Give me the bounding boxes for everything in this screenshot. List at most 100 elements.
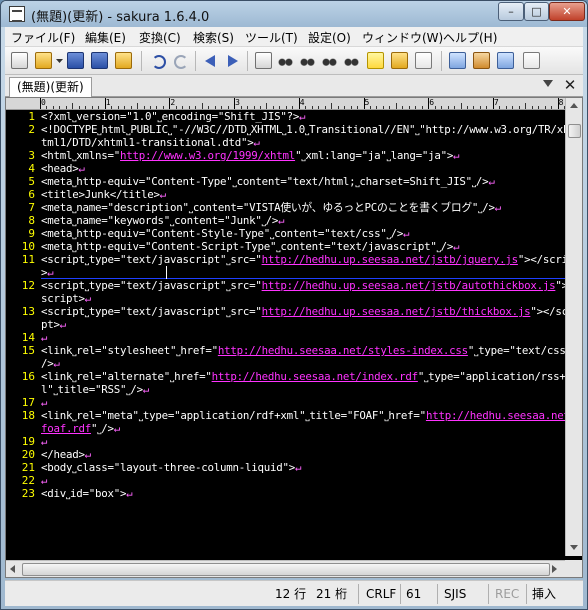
ruler-minor-tick — [395, 103, 397, 109]
status-line: 12 行 — [275, 587, 307, 601]
menu-tools[interactable]: ツール(T) — [245, 29, 298, 46]
line-number: 18 — [21, 409, 35, 422]
eol-mark-icon: ↵ — [278, 214, 285, 227]
menu-window[interactable]: ウィンドウ(W) — [362, 29, 443, 46]
column-ruler[interactable]: 0 1 2 3 4 5 6 7 8 — [39, 98, 565, 110]
code-text: "></script — [517, 253, 565, 266]
menu-search[interactable]: 検索(S) — [193, 29, 234, 46]
vertical-scrollbar[interactable] — [565, 98, 582, 556]
horizontal-scroll-thumb[interactable] — [22, 563, 550, 576]
jump-forward-icon[interactable] — [223, 52, 240, 69]
redo-icon[interactable] — [171, 52, 188, 69]
search-mark-icon[interactable] — [367, 52, 384, 69]
status-insert-mode[interactable]: 挿入 — [532, 585, 556, 603]
compare-icon[interactable] — [473, 52, 490, 69]
eol-mark-icon: ↵ — [41, 331, 48, 344]
save-all-icon[interactable] — [91, 52, 108, 69]
cursor-line-underline — [41, 278, 565, 279]
title-bar[interactable]: (無題)(更新) - sakura 1.6.4.0 – □ ✕ — [1, 1, 587, 27]
code-text: <script˽type="text/javascript"˽src=" — [41, 253, 262, 266]
tab-list-dropdown-icon[interactable] — [543, 80, 553, 87]
code-text: script> — [41, 292, 85, 305]
external-command-icon[interactable] — [497, 52, 514, 69]
close-button[interactable]: ✕ — [549, 2, 585, 21]
menu-edit[interactable]: 編集(E) — [85, 29, 126, 46]
replace-icon[interactable] — [343, 52, 360, 69]
code-line: foaf.rdf"˽/>↵ — [41, 422, 120, 435]
code-line: <meta˽http-equiv="Content-Script-Type"˽c… — [41, 240, 460, 253]
maximize-button[interactable]: □ — [524, 2, 549, 21]
line-number-gutter[interactable]: 1 2 3 4 5 6 7 8 9 10 11 12 13 14 15 16 17 18 19 20 21 22 23 — [6, 110, 39, 556]
ruler-minor-tick — [460, 103, 462, 109]
code-url-link[interactable]: http://hedhu.seesaa.net/ — [426, 409, 565, 422]
code-url-link[interactable]: http://www.w3.org/1999/xhtml — [120, 149, 295, 162]
status-eol[interactable]: CRLF — [366, 585, 396, 603]
find-next-icon[interactable] — [299, 52, 316, 69]
code-line: <meta˽name="keywords"˽content="Junk"˽/>↵ — [41, 214, 285, 227]
line-number: 19 — [21, 435, 35, 448]
menu-settings[interactable]: 設定(O) — [308, 29, 351, 46]
open-folder-icon[interactable] — [35, 52, 52, 69]
ruler-tick-label: 2 — [169, 98, 176, 109]
eol-mark-icon: ↵ — [453, 240, 460, 253]
status-encoding[interactable]: SJIS — [444, 585, 466, 603]
tag-jump-icon[interactable] — [415, 52, 432, 69]
dropdown-arrow-icon[interactable] — [55, 52, 64, 69]
code-line: <meta˽name="description"˽content="VISTA使… — [41, 201, 501, 214]
ruler-minor-tick — [331, 103, 333, 109]
jump-back-icon[interactable] — [203, 52, 220, 69]
text-caret — [166, 266, 167, 279]
minimize-button[interactable]: – — [498, 2, 524, 21]
text-area[interactable]: <div˽id="box">↵ ↵ <body˽class="layout-thre… — [41, 110, 565, 556]
sakura-app-icon[interactable] — [9, 6, 25, 22]
horizontal-scrollbar[interactable] — [6, 560, 565, 577]
code-text: <title>Junk</title> — [41, 188, 160, 201]
code-text: <body˽class="layout-three-column-liquid"… — [41, 461, 296, 474]
scroll-up-arrow-icon[interactable] — [568, 100, 581, 112]
vertical-scroll-thumb[interactable] — [568, 124, 581, 138]
code-text: <meta˽name="keywords"˽content="Junk"˽/> — [41, 214, 279, 227]
code-url-link[interactable]: foaf.rdf — [41, 422, 91, 435]
ruler-tick-label: 5 — [363, 98, 370, 109]
scroll-down-arrow-icon[interactable] — [568, 542, 581, 554]
menu-convert[interactable]: 変換(C) — [139, 29, 181, 46]
line-number: 17 — [21, 396, 35, 409]
status-divider — [526, 584, 527, 604]
ruler-tick-label: 6 — [428, 98, 435, 109]
eol-mark-icon: ↵ — [84, 448, 92, 461]
open-file-icon[interactable] — [115, 52, 132, 69]
code-text: <div˽id="box"> — [41, 487, 127, 500]
tab-close-button[interactable]: ✕ — [562, 76, 578, 94]
line-number: 10 — [21, 240, 35, 253]
code-line: <link˽rel="meta"˽type="application/rdf+x… — [41, 409, 565, 422]
code-url-link[interactable]: http://hedhu.seesaa.net/styles-index.css — [218, 344, 468, 357]
toolbar-separator — [441, 51, 442, 71]
undo-icon[interactable] — [149, 52, 166, 69]
code-line: <script˽type="text/javascript"˽src="http… — [41, 305, 565, 318]
tab-untitled[interactable]: (無題)(更新) — [9, 77, 92, 97]
code-line: script>↵ — [41, 292, 91, 305]
ruler-tick-label: 8 — [557, 98, 564, 109]
menu-file[interactable]: ファイル(F) — [11, 29, 75, 46]
code-line: />↵ — [41, 357, 60, 370]
save-icon[interactable] — [67, 52, 84, 69]
line-number: 22 — [21, 474, 35, 487]
settings-icon[interactable] — [523, 52, 540, 69]
code-text: "˽type="text/css"˽ — [467, 344, 565, 357]
menu-help[interactable]: ヘルプ(H) — [443, 29, 497, 46]
outline-icon[interactable] — [449, 52, 466, 69]
find-prev-icon[interactable] — [321, 52, 338, 69]
new-doc-icon[interactable] — [11, 52, 28, 69]
line-number: 3 — [28, 149, 35, 162]
code-url-link[interactable]: http://hedhu.up.seesaa.net/jstb/autothic… — [262, 279, 556, 292]
code-url-link[interactable]: http://hedhu.up.seesaa.net/jstb/jquery.j… — [262, 253, 519, 266]
code-url-link[interactable]: http://hedhu.up.seesaa.net/jstb/thickbox… — [262, 305, 531, 318]
find-icon[interactable] — [277, 52, 294, 69]
code-line: <div˽id="box">↵ — [41, 487, 133, 500]
code-url-link[interactable]: http://hedhu.seesaa.net/index.rdf — [212, 370, 419, 383]
code-line: <!DOCTYPE˽html˽PUBLIC˽"-//W3C//DTD˽XHTML… — [41, 123, 565, 136]
editor-area[interactable]: 012345678 1 2 3 4 5 6 7 8 9 10 11 12 13 14 15 16 17 18 19 2… — [5, 97, 583, 578]
grep-icon[interactable] — [391, 52, 408, 69]
copy-path-icon[interactable] — [255, 52, 272, 69]
eol-mark-icon: ↵ — [295, 461, 302, 474]
